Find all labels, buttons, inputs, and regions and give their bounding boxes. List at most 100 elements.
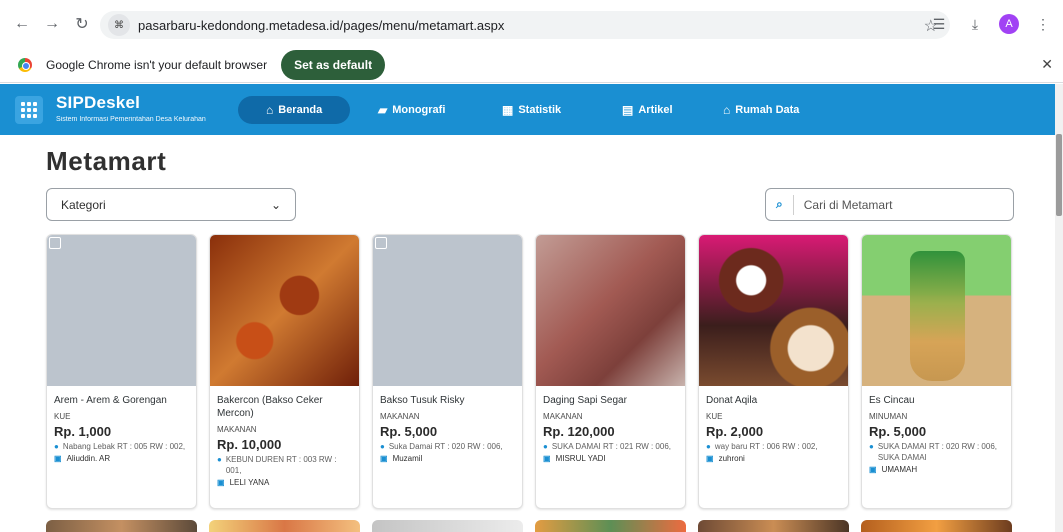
- seller-icon: ▣: [543, 454, 551, 463]
- product-price: Rp. 2,000: [706, 424, 764, 439]
- product-location: ● Suka Damai RT : 020 RW : 006,: [380, 441, 515, 452]
- brand-title: SIPDeskel: [56, 93, 141, 112]
- product-price: Rp. 5,000: [380, 424, 438, 439]
- product-name: Donat Aqila: [706, 395, 758, 406]
- seller-text: LELI YANA: [229, 478, 270, 487]
- url-text[interactable]: pasarbaru-kedondong.metadesa.id/pages/me…: [138, 18, 504, 33]
- next-row-card-image: [535, 520, 686, 532]
- location-text: SUKA DAMAI RT : 021 RW : 006,: [551, 442, 672, 451]
- location-icon: ●: [543, 442, 548, 451]
- profile-avatar[interactable]: A: [999, 14, 1019, 34]
- product-seller: ▣ MISRUL YADI: [543, 454, 678, 463]
- product-card[interactable]: Donat Aqila KUE Rp. 2,000 ● way baru RT :…: [698, 234, 849, 509]
- next-row-card-image: [46, 520, 197, 532]
- brand: SIPDeskel Sistem Informasi Pemerintahan …: [56, 93, 206, 123]
- site-info-icon[interactable]: ⌘: [108, 14, 130, 36]
- default-browser-infobar: Google Chrome isn't your default browser…: [0, 48, 1063, 83]
- product-name: Bakso Tusuk Risky: [380, 395, 465, 406]
- next-row-card-image: [861, 520, 1012, 532]
- search-separator: [792, 194, 794, 215]
- seller-text: Muzamil: [392, 454, 423, 463]
- next-row-card-image: [209, 520, 360, 532]
- chrome-logo-icon: [18, 58, 32, 72]
- page-title: Metamart: [46, 146, 167, 176]
- forward-icon[interactable]: →: [40, 12, 64, 36]
- location-icon: ●: [869, 442, 874, 451]
- reading-list-icon[interactable]: ☰: [927, 12, 951, 36]
- grid-icon-dot: [27, 114, 31, 118]
- reload-icon[interactable]: ↻: [70, 12, 94, 36]
- address-bar[interactable]: ⌘ pasarbaru-kedondong.metadesa.id/pages/…: [100, 11, 950, 39]
- monografi-icon: ▰: [378, 103, 388, 117]
- location-icon: ●: [380, 442, 385, 451]
- chart-icon: ▦: [502, 103, 514, 117]
- product-image: [47, 235, 196, 386]
- search-icon: ⌕: [776, 197, 783, 211]
- product-image: [210, 235, 359, 386]
- product-price: Rp. 10,000: [217, 437, 282, 452]
- nav-beranda[interactable]: ⌂ Beranda: [238, 96, 351, 124]
- product-location: ● way baru RT : 006 RW : 002,: [706, 441, 841, 452]
- article-icon: ▤: [622, 103, 634, 117]
- nav-label-beranda: Beranda: [278, 104, 323, 116]
- location-text: KEBUN DUREN RT : 003 RW : 001,: [225, 455, 337, 475]
- seller-icon: ▣: [869, 465, 877, 474]
- nav-monografi[interactable]: ▰ Monografi: [378, 96, 445, 124]
- chevron-down-icon: ⌄: [270, 197, 281, 212]
- product-card[interactable]: Daging Sapi Segar MAKANAN Rp. 120,000 ● S…: [535, 234, 686, 509]
- location-icon: ●: [706, 442, 711, 451]
- product-category: MINUMAN: [869, 412, 908, 421]
- app-menu-button[interactable]: [15, 96, 43, 124]
- scroll-thumb[interactable]: [1056, 134, 1062, 216]
- nav-artikel[interactable]: ▤ Artikel: [622, 96, 673, 124]
- close-icon[interactable]: ✕: [1041, 56, 1053, 73]
- product-price: Rp. 120,000: [543, 424, 615, 439]
- location-icon: ●: [54, 442, 59, 451]
- location-text: Nabang Lebak RT : 005 RW : 002,: [62, 442, 186, 451]
- category-select[interactable]: Kategori ⌄: [46, 188, 296, 221]
- product-location: ● KEBUN DUREN RT : 003 RW : 001,: [217, 454, 352, 476]
- product-seller: ▣ LELI YANA: [217, 478, 352, 487]
- seller-text: Aliuddin. AR: [66, 454, 111, 463]
- nav-label-statistik: Statistik: [518, 104, 562, 116]
- product-card[interactable]: Arem - Arem & Gorengan KUE Rp. 1,000 ● Na…: [46, 234, 197, 509]
- infobar-text: Google Chrome isn't your default browser: [46, 58, 268, 72]
- product-image: [536, 235, 685, 386]
- more-menu-icon[interactable]: ⋮: [1031, 12, 1055, 36]
- download-icon[interactable]: ⤓: [963, 12, 987, 36]
- brand-subtitle: Sistem Informasi Pemerintahan Desa Kelur…: [56, 116, 206, 123]
- seller-text: zuhroni: [718, 454, 745, 463]
- product-card[interactable]: Bakso Tusuk Risky MAKANAN Rp. 5,000 ● Suk…: [372, 234, 523, 509]
- product-grid: Arem - Arem & Gorengan KUE Rp. 1,000 ● Na…: [46, 234, 1021, 532]
- home-icon: ⌂: [266, 103, 274, 117]
- grid-icon-dot: [21, 102, 25, 106]
- search-input[interactable]: ⌕ Cari di Metamart: [765, 188, 1014, 221]
- product-category: MAKANAN: [380, 412, 420, 421]
- grid-icon-dot: [33, 102, 37, 106]
- location-icon: ●: [217, 455, 222, 464]
- product-image: [699, 235, 848, 386]
- product-seller: ▣ UMAMAH: [869, 465, 1004, 474]
- nav-label-artikel: Artikel: [638, 104, 673, 116]
- product-category: KUE: [54, 412, 71, 421]
- set-default-button[interactable]: Set as default: [281, 50, 386, 80]
- grid-icon-dot: [21, 114, 25, 118]
- product-seller: ▣ Aliuddin. AR: [54, 454, 189, 463]
- seller-text: UMAMAH: [881, 465, 918, 474]
- app-navbar: SIPDeskel Sistem Informasi Pemerintahan …: [0, 84, 1055, 135]
- category-placeholder: Kategori: [61, 197, 106, 212]
- location-text: SUKA DAMAI RT : 020 RW : 006, SUKA DAMAI: [877, 442, 998, 462]
- browser-toolbar: ← → ↻ ⌘ pasarbaru-kedondong.metadesa.id/…: [0, 0, 1063, 48]
- page-scrollbar[interactable]: [1055, 84, 1063, 532]
- product-card[interactable]: Bakercon (Bakso Ceker Mercon) MAKANAN Rp…: [209, 234, 360, 509]
- nav-statistik[interactable]: ▦ Statistik: [502, 96, 561, 124]
- product-card[interactable]: Es Cincau MINUMAN Rp. 5,000 ● SUKA DAMAI …: [861, 234, 1012, 509]
- seller-icon: ▣: [706, 454, 714, 463]
- nav-rumah-data[interactable]: ⌂ Rumah Data: [723, 96, 799, 124]
- product-name: Daging Sapi Segar: [543, 395, 627, 406]
- back-icon[interactable]: ←: [10, 12, 34, 36]
- seller-icon: ▣: [380, 454, 388, 463]
- product-name: Arem - Arem & Gorengan: [54, 395, 167, 406]
- product-seller: ▣ zuhroni: [706, 454, 841, 463]
- grid-icon-dot: [27, 102, 31, 106]
